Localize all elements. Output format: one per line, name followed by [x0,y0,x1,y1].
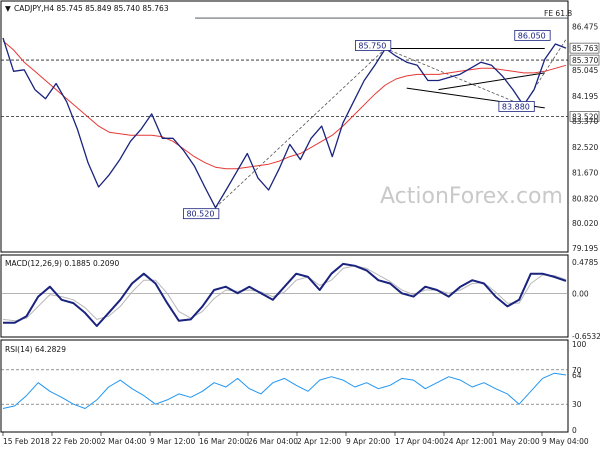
x-tick-label: 15 Feb 2018 [3,437,50,446]
price-panel-frame [0,0,569,253]
rsi-y-tick: 30 [572,400,582,409]
price-line [2,37,567,209]
price-annotation: 80.520 [186,210,214,219]
y-tick-labels: 86.47585.76385.37085.04584.19583.52083.3… [569,22,600,435]
x-tick-label: 22 Feb 20:00 [52,437,101,446]
macd-title: MACD(12,26,9) 0.1885 0.2090 [5,259,119,268]
y-tick-label: 86.475 [572,22,598,31]
watermark: ActionForex.com [380,184,563,209]
x-tick-label: 9 May 04:00 [542,437,589,446]
macd-y-tick: 0.4785 [572,258,598,267]
rsi-line [2,372,567,409]
y-tick-label: 80.820 [572,195,598,204]
y-tick-label: 83.370 [572,117,598,126]
x-tick-label: 17 Apr 04:00 [395,437,444,446]
rsi-y-tick: 64 [572,371,582,380]
price-chart-title: CADJPY,H4 85.745 85.849 85.740 85.763 [14,4,169,13]
x-tick-label: 2 Apr 12:00 [297,437,341,446]
fe-label: FE 61.8 [544,9,572,18]
y-tick-label: 82.520 [572,143,598,152]
x-tick-label: 24 Apr 12:00 [444,437,493,446]
chart-canvas: ActionForex.com ▼ CADJPY,H4 85.745 85.84… [0,0,600,446]
price-annotation: 85.750 [358,42,386,51]
x-tick-labels: 15 Feb 2018 22 Feb 20:00 2 Mar 04:00 9 Mar … [2,432,589,446]
y-tick-label: 81.670 [572,169,598,178]
y-tick-label: 79.195 [572,244,598,253]
rsi-panel-frame [0,339,569,433]
trendlines [215,39,567,208]
x-tick-label: 16 Mar 20:00 [199,437,249,446]
rsi-y-tick: 100 [572,340,587,349]
x-tick-label: 26 Mar 04:00 [248,437,298,446]
chart-root: ActionForex.com ▼ CADJPY,H4 85.745 85.84… [0,0,600,450]
series-lines [2,37,567,409]
reference-lines [1,17,568,405]
y-tick-label: 84.195 [572,92,598,101]
y-tick-label: 85.370 [572,56,598,65]
x-tick-label: 1 May 20:00 [493,437,540,446]
x-tick-label: 9 Mar 12:00 [150,437,196,446]
price-chart-title-icon: ▼ [5,4,11,13]
y-tick-label: 80.020 [572,219,598,228]
y-tick-label: 85.763 [572,44,598,53]
x-tick-label: 2 Mar 04:00 [101,437,147,446]
x-tick-label: 9 Apr 20:00 [346,437,390,446]
macd-line [3,262,567,327]
projection-line [215,48,386,208]
price-annotation: 83.880 [502,102,530,111]
price-annotation: 86.050 [518,31,546,40]
rsi-y-tick: 0 [572,426,577,435]
rsi-title: RSI(14) 64.2829 [5,345,66,354]
y-tick-label: 85.045 [572,66,598,75]
macd-y-tick: 0.00 [572,289,589,298]
